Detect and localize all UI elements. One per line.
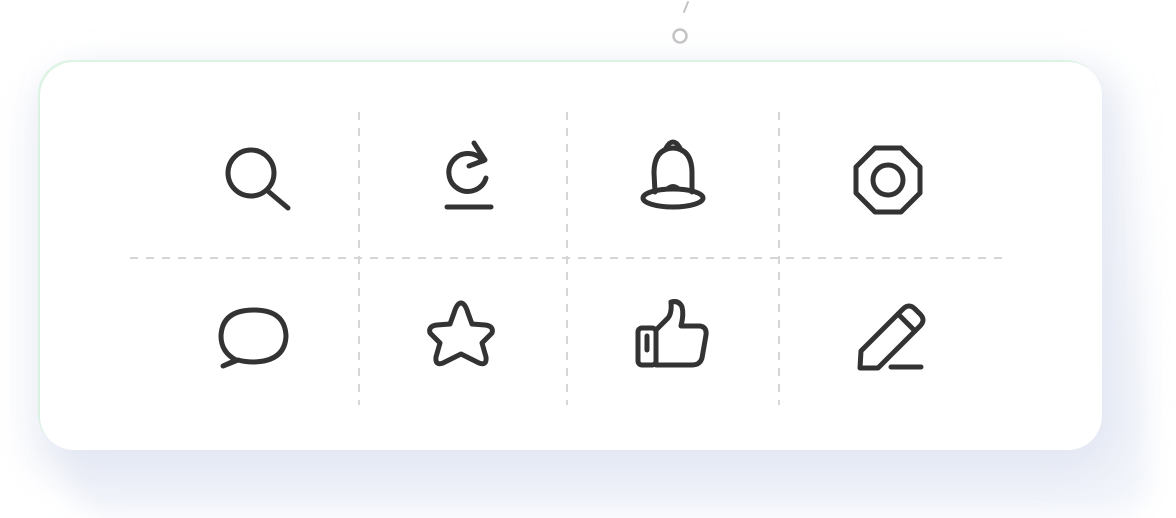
star-icon[interactable] xyxy=(421,295,501,375)
search-icon[interactable] xyxy=(215,138,295,218)
connector-handle xyxy=(672,1,689,44)
refresh-icon[interactable] xyxy=(429,136,509,216)
pencil-edit-icon[interactable] xyxy=(851,298,931,378)
chat-bubble-icon[interactable] xyxy=(214,298,294,378)
canvas xyxy=(0,0,1176,518)
bell-icon[interactable] xyxy=(633,136,713,216)
thumbs-up-icon[interactable] xyxy=(631,298,711,378)
octagon-settings-icon[interactable] xyxy=(848,140,928,220)
icon-card xyxy=(40,62,1102,450)
